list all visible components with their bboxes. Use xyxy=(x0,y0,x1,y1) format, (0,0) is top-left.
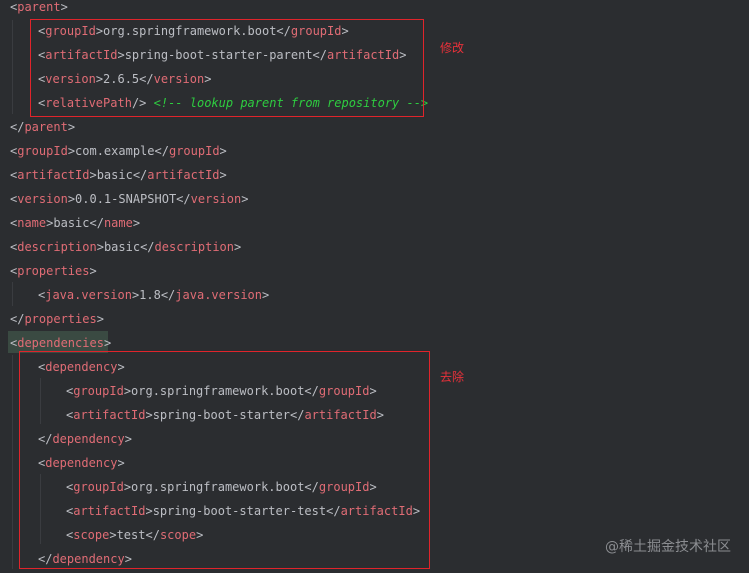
code-line[interactable]: <version>0.0.1-SNAPSHOT</version> xyxy=(10,187,248,211)
indent-guide xyxy=(12,355,13,569)
code-line[interactable]: <parent> xyxy=(10,0,68,19)
code-line[interactable]: </parent> xyxy=(10,115,75,139)
code-text: > xyxy=(103,336,112,350)
tag-name: description xyxy=(154,240,234,254)
code-text: >basic</ xyxy=(46,216,104,230)
tag-name: name xyxy=(103,216,133,230)
tag-name: groupId xyxy=(17,144,68,158)
code-text: > xyxy=(262,288,270,302)
tag-name: version xyxy=(17,192,68,206)
tag-name: artifactId xyxy=(147,168,220,182)
code-line[interactable]: <properties> xyxy=(10,259,97,283)
remove-annotation-label: 去除 xyxy=(440,370,465,384)
code-editor[interactable]: <parent> <groupId>org.springframework.boo… xyxy=(0,0,749,573)
tag-name: version xyxy=(190,192,242,206)
tag-name: description xyxy=(17,240,97,254)
tag-name: name xyxy=(17,216,47,230)
code-text: > xyxy=(60,0,68,14)
tag-name: java.version xyxy=(175,288,262,302)
tag-name: java.version xyxy=(45,288,132,302)
remove-annotation-box xyxy=(19,351,430,569)
code-text: </ xyxy=(10,312,25,326)
indent-guide xyxy=(12,20,13,114)
tag-name: properties xyxy=(17,264,90,278)
code-text: >basic</ xyxy=(89,168,148,182)
code-text: > xyxy=(132,216,141,230)
code-line[interactable]: <java.version>1.8</java.version> xyxy=(38,283,269,307)
code-text: > xyxy=(67,120,76,134)
code-line[interactable]: <description>basic</description> xyxy=(10,235,241,259)
tag-name: artifactId xyxy=(17,168,90,182)
tag-name: groupId xyxy=(168,144,220,158)
code-text: > xyxy=(96,312,104,326)
tag-name: parent xyxy=(24,120,68,134)
modify-annotation-box xyxy=(30,19,424,117)
code-text: > xyxy=(234,240,242,254)
code-text: > xyxy=(241,192,249,206)
code-text: >1.8</ xyxy=(131,288,176,302)
code-text: > xyxy=(219,144,227,158)
code-text: </ xyxy=(10,120,25,134)
code-line[interactable]: <name>basic</name> xyxy=(10,211,140,235)
code-line[interactable]: </properties> xyxy=(10,307,104,331)
code-text: >com.example</ xyxy=(67,144,169,158)
modify-annotation-label: 修改 xyxy=(440,41,465,55)
code-text: >basic</ xyxy=(96,240,155,254)
tag-name: dependencies xyxy=(17,336,104,350)
code-text: > xyxy=(89,264,97,278)
code-text: > xyxy=(219,168,227,182)
tag-name: properties xyxy=(24,312,97,326)
tag-name: parent xyxy=(17,0,61,14)
indent-guide xyxy=(12,282,13,306)
watermark: @稀土掘金技术社区 xyxy=(605,539,731,555)
code-text: >0.0.1-SNAPSHOT</ xyxy=(67,192,191,206)
code-line[interactable]: <groupId>com.example</groupId> xyxy=(10,139,227,163)
code-line[interactable]: <artifactId>basic</artifactId> xyxy=(10,163,227,187)
